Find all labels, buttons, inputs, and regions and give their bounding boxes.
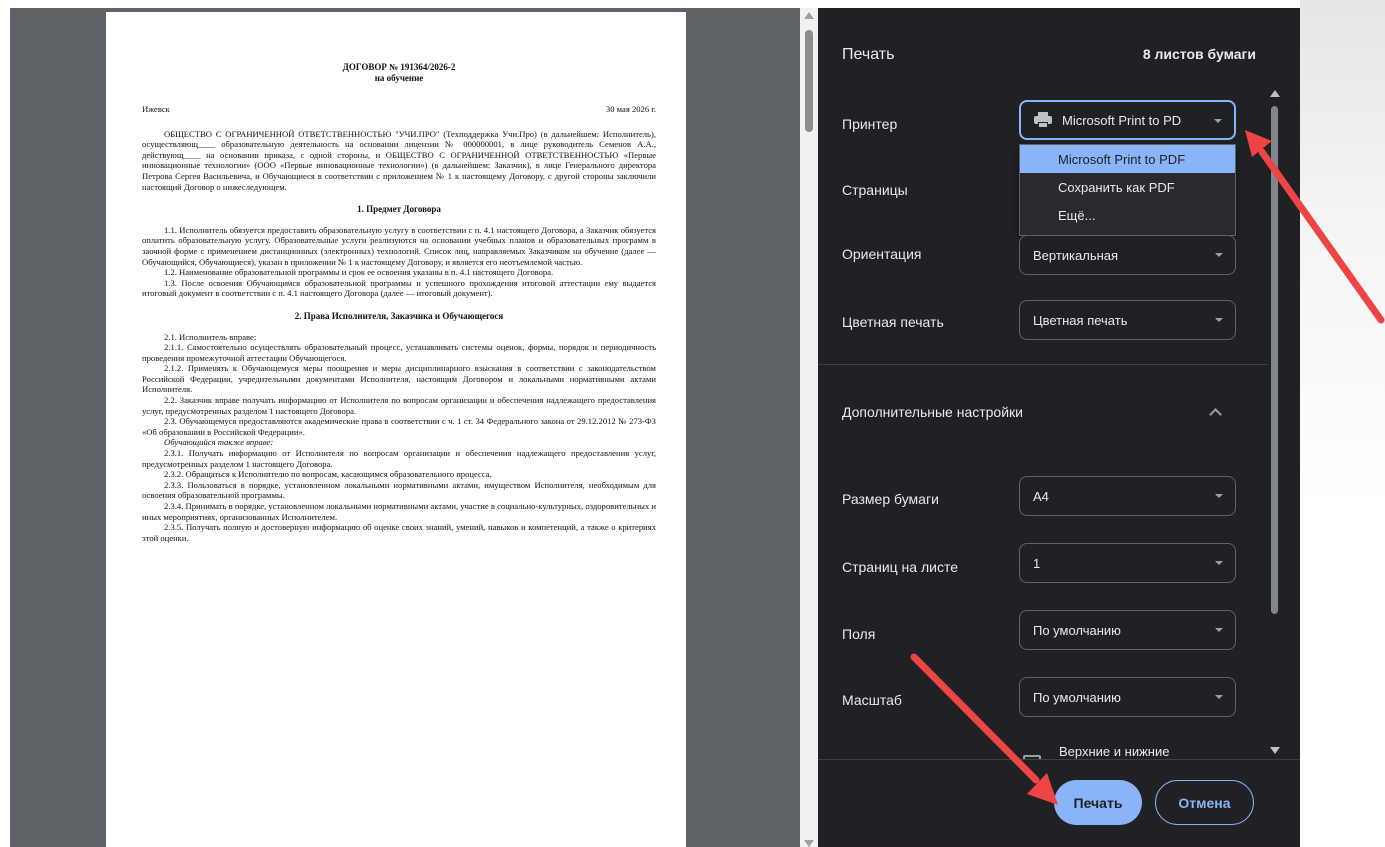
doc-paragraph: 1.3. После освоения Обучающимся образова… xyxy=(142,277,656,299)
chevron-down-icon xyxy=(1215,628,1223,632)
color-select[interactable]: Цветная печать xyxy=(1019,300,1236,340)
scroll-up-icon[interactable] xyxy=(1270,90,1280,97)
pages-label: Страницы xyxy=(842,182,908,198)
sheet-count: 8 листов бумаги xyxy=(1142,46,1256,62)
dialog-footer: Печать Отмена xyxy=(818,759,1300,847)
paper-size-value: A4 xyxy=(1033,488,1049,504)
scroll-down-icon[interactable] xyxy=(1270,747,1280,754)
pages-per-sheet-value: 1 xyxy=(1033,555,1041,571)
settings-scroll-thumb[interactable] xyxy=(1271,106,1278,614)
headers-footers-label: Верхние и нижние xyxy=(1059,744,1170,759)
doc-paragraph: 2.3.2. Обращаться к Исполнителю по вопро… xyxy=(164,469,492,480)
dialog-title: Печать xyxy=(842,46,895,63)
doc-paragraph: 2.2. Заказчик вправе получать информацию… xyxy=(142,395,656,416)
doc-paragraph: 2.3.5. Получать полную и достоверную инф… xyxy=(142,522,656,543)
chevron-down-icon xyxy=(1215,318,1223,322)
printer-icon xyxy=(1034,112,1052,128)
doc-paragraph: Обучающийся также вправе: xyxy=(164,437,274,448)
doc-subtitle: на обучение xyxy=(374,73,424,83)
chevron-down-icon xyxy=(1215,561,1223,565)
chevron-up-icon[interactable] xyxy=(1209,408,1222,421)
print-preview-area: ДОГОВОР № 191364/2026-2 на обучение Ижев… xyxy=(10,8,818,847)
orientation-label: Ориентация xyxy=(842,246,922,262)
pages-per-sheet-select[interactable]: 1 xyxy=(1019,543,1236,583)
cancel-button[interactable]: Отмена xyxy=(1155,780,1254,825)
scale-label: Масштаб xyxy=(842,692,902,708)
print-button[interactable]: Печать xyxy=(1054,780,1142,825)
doc-paragraph: 2.1.2. Применять к Обучающемуся меры поо… xyxy=(142,363,656,395)
printer-option-save-pdf[interactable]: Сохранить как PDF xyxy=(1020,173,1235,201)
chevron-down-icon xyxy=(1215,253,1223,257)
printer-dropdown-menu: Microsoft Print to PDF Сохранить как PDF… xyxy=(1019,144,1236,236)
paper-size-select[interactable]: A4 xyxy=(1019,476,1236,516)
margins-select[interactable]: По умолчанию xyxy=(1019,610,1236,650)
orientation-select[interactable]: Вертикальная xyxy=(1019,235,1236,275)
scale-value: По умолчанию xyxy=(1033,689,1121,705)
pages-per-sheet-label: Страниц на листе xyxy=(842,559,958,575)
printer-select[interactable]: Microsoft Print to PD xyxy=(1019,100,1236,140)
doc-title: ДОГОВОР № 191364/2026-2 xyxy=(342,62,456,72)
preview-scroll-thumb[interactable] xyxy=(805,30,813,132)
doc-paragraph: 2.3.1. Получать информацию от Исполнител… xyxy=(142,448,656,469)
doc-city-date: Ижевск 30 мая 2026 г. xyxy=(142,104,656,115)
margins-value: По умолчанию xyxy=(1033,622,1121,638)
print-settings-panel: Печать 8 листов бумаги Принтер Microsoft… xyxy=(818,8,1300,847)
paper-size-label: Размер бумаги xyxy=(842,491,939,507)
orientation-value: Вертикальная xyxy=(1033,247,1119,263)
scroll-up-icon[interactable] xyxy=(804,12,814,19)
doc-date: 30 мая 2026 г. xyxy=(605,104,656,114)
advanced-settings-toggle[interactable]: Дополнительные настройки xyxy=(842,404,1023,420)
chevron-down-icon xyxy=(1215,494,1223,498)
doc-paragraph: 2.3.4. Принимать в порядке, установленно… xyxy=(142,501,656,522)
doc-section-2-title: 2. Права Исполнителя, Заказчика и Обучаю… xyxy=(294,310,504,321)
scroll-down-icon[interactable] xyxy=(804,840,814,847)
settings-scrollbar[interactable] xyxy=(1268,88,1282,754)
color-label: Цветная печать xyxy=(842,314,944,330)
chevron-down-icon xyxy=(1214,119,1222,123)
document-content: ДОГОВОР № 191364/2026-2 на обучение Ижев… xyxy=(142,62,656,543)
doc-paragraph: 2.3. Обучающемуся предоставляются академ… xyxy=(142,416,656,437)
doc-intro: ОБЩЕСТВО С ОГРАНИЧЕННОЙ ОТВЕТСТВЕННОСТЬЮ… xyxy=(142,128,656,192)
chevron-down-icon xyxy=(1215,695,1223,699)
desktop-backdrop xyxy=(1300,0,1385,847)
color-value: Цветная печать xyxy=(1033,312,1128,328)
preview-page: ДОГОВОР № 191364/2026-2 на обучение Ижев… xyxy=(106,12,686,847)
printer-option-ms-pdf[interactable]: Microsoft Print to PDF xyxy=(1020,145,1235,173)
doc-paragraph: 1.2. Наименование образовательной програ… xyxy=(164,267,554,278)
doc-city: Ижевск xyxy=(142,104,170,114)
doc-paragraph: 2.3.3. Пользоваться в порядке, установле… xyxy=(142,479,656,501)
doc-paragraph: 2.1.1. Самостоятельно осуществлять образ… xyxy=(142,342,656,363)
section-divider xyxy=(818,364,1268,365)
doc-paragraph: 1.1. Исполнитель обязуется предоставить … xyxy=(142,224,656,267)
printer-option-more[interactable]: Ещё... xyxy=(1020,201,1235,229)
margins-label: Поля xyxy=(842,626,876,642)
preview-scrollbar[interactable] xyxy=(800,8,818,847)
printer-label: Принтер xyxy=(842,116,898,132)
doc-section-1-title: 1. Предмет Договора xyxy=(357,204,441,215)
printer-select-value: Microsoft Print to PD xyxy=(1062,112,1182,128)
doc-paragraph: 2.1. Исполнитель вправе: xyxy=(164,331,257,342)
scale-select[interactable]: По умолчанию xyxy=(1019,677,1236,717)
